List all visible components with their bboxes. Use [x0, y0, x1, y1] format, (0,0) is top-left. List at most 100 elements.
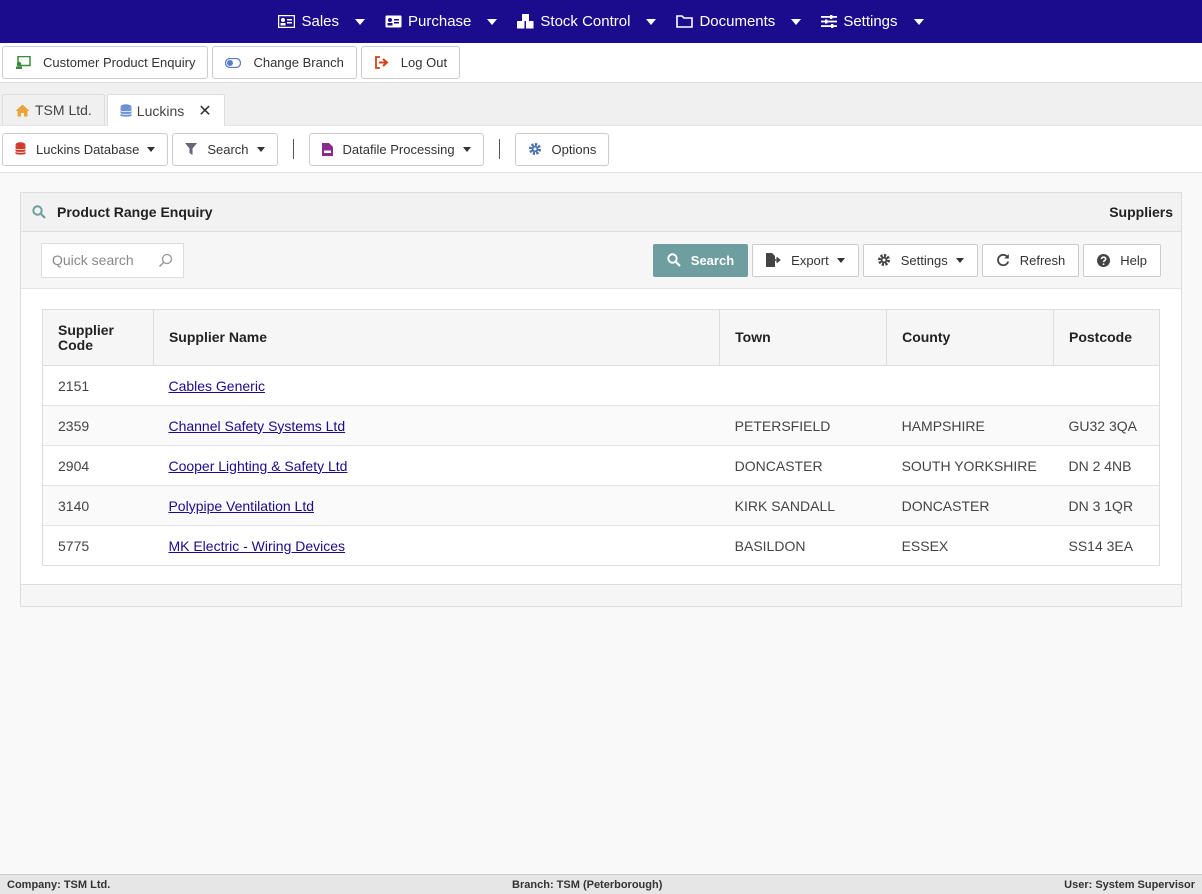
search-dropdown-label: Search: [207, 141, 249, 157]
action-bar: Customer Product Enquiry Change Branch L…: [0, 43, 1202, 83]
status-company: Company: TSM Ltd.: [7, 878, 111, 891]
options-label: Options: [551, 141, 597, 157]
panel-title-text: Product Range Enquiry: [57, 204, 213, 220]
tab-strip: TSM Ltd. Luckins ✕: [0, 83, 1202, 126]
export-dropdown[interactable]: Export: [752, 243, 859, 277]
table-header-row: Supplier Code Supplier Name Town County P…: [42, 309, 1161, 366]
supplier-name-link[interactable]: Polypipe Ventilation Ltd: [168, 498, 314, 514]
town-cell: KIRK SANDALL: [719, 485, 887, 526]
close-icon[interactable]: ✕: [198, 101, 211, 121]
chevron-down-icon[interactable]: [646, 18, 657, 25]
options-button[interactable]: Options: [514, 132, 610, 166]
table-row[interactable]: 2151 Cables Generic: [42, 365, 1161, 406]
supplier-name-cell: Cooper Lighting & Safety Ltd: [153, 445, 720, 486]
nav-stock-control[interactable]: Stock Control: [507, 0, 666, 43]
nav-sales-label: Sales: [301, 13, 340, 30]
nav-purchase-label: Purchase: [408, 13, 472, 30]
nav-sales[interactable]: Sales: [268, 0, 375, 43]
supplier-code-cell: 3140: [42, 485, 154, 526]
toolbar-divider: [498, 139, 500, 159]
column-header-town[interactable]: Town: [719, 309, 888, 366]
supplier-name-link[interactable]: Channel Safety Systems Ltd: [168, 418, 345, 434]
search-dropdown[interactable]: Search: [172, 132, 278, 166]
column-header-county[interactable]: County: [886, 309, 1054, 366]
nav-settings-label: Settings: [843, 13, 898, 30]
refresh-button[interactable]: Refresh: [981, 243, 1080, 277]
supplier-code-header-line2: Code: [58, 336, 93, 353]
luckins-database-label: Luckins Database: [36, 141, 140, 157]
luckins-database-dropdown[interactable]: Luckins Database: [2, 132, 169, 166]
status-user: User: System Supervisor: [1064, 878, 1195, 891]
supplier-code-cell: 2359: [42, 405, 154, 446]
sliders-icon: [821, 15, 838, 28]
nav-purchase[interactable]: Purchase: [375, 0, 507, 43]
postcode-cell: GU32 3QA: [1053, 405, 1161, 446]
customer-product-enquiry-button[interactable]: Customer Product Enquiry: [2, 46, 209, 79]
county-cell: [886, 365, 1054, 406]
chevron-down-icon: [955, 257, 964, 263]
supplier-name-cell: Cables Generic: [153, 365, 720, 406]
supplier-name-link[interactable]: MK Electric - Wiring Devices: [168, 538, 345, 554]
column-header-supplier-code[interactable]: Supplier Code: [42, 309, 154, 366]
town-cell: BASILDON: [719, 525, 887, 566]
nav-settings[interactable]: Settings: [811, 0, 933, 43]
quick-search-placeholder: Quick search: [52, 252, 134, 268]
supplier-code-header-line1: Supplier: [58, 321, 115, 338]
chevron-down-icon: [256, 146, 265, 152]
search-icon[interactable]: [158, 253, 173, 268]
panel-header: Product Range Enquiry Suppliers: [21, 193, 1181, 232]
product-range-enquiry-panel: Product Range Enquiry Suppliers Quick se…: [20, 192, 1182, 607]
gear-icon: [877, 254, 890, 266]
search-icon: [32, 205, 46, 219]
refresh-icon: [996, 253, 1009, 267]
status-branch: Branch: TSM (Peterborough): [512, 878, 663, 891]
quick-search-input[interactable]: Quick search: [41, 242, 184, 278]
county-cell: ESSEX: [886, 525, 1054, 566]
supplier-name-cell: Channel Safety Systems Ltd: [153, 405, 720, 446]
nav-documents-label: Documents: [699, 13, 776, 30]
table-row[interactable]: 2904 Cooper Lighting & Safety Ltd DONCAS…: [42, 445, 1161, 486]
search-button[interactable]: Search: [652, 243, 749, 277]
id-card-icon: [385, 15, 402, 28]
supplier-name-link[interactable]: Cooper Lighting & Safety Ltd: [168, 458, 347, 474]
datafile-processing-dropdown[interactable]: Datafile Processing: [308, 132, 484, 166]
refresh-label: Refresh: [1019, 252, 1066, 268]
column-header-postcode[interactable]: Postcode: [1052, 309, 1161, 366]
settings-dropdown[interactable]: Settings: [862, 243, 978, 277]
supplier-name-cell: Polypipe Ventilation Ltd: [153, 485, 720, 526]
enquiry-icon: [16, 56, 31, 69]
supplier-name-cell: MK Electric - Wiring Devices: [153, 525, 720, 566]
supplier-code-cell: 2151: [42, 365, 154, 406]
top-nav: Sales Purchase Stock Control Documents S…: [0, 0, 1202, 43]
nav-documents[interactable]: Documents: [666, 0, 811, 43]
supplier-code-cell: 5775: [42, 525, 154, 566]
chevron-down-icon[interactable]: [487, 18, 498, 25]
gear-icon: [528, 143, 541, 155]
tab-luckins[interactable]: Luckins ✕: [106, 94, 225, 126]
file-export-icon: [766, 253, 781, 267]
county-cell: DONCASTER: [886, 485, 1054, 526]
home-icon: [15, 104, 30, 116]
sign-out-icon: [374, 56, 389, 69]
supplier-name-link[interactable]: Cables Generic: [168, 378, 265, 394]
chevron-down-icon[interactable]: [355, 18, 366, 25]
table-row[interactable]: 2359 Channel Safety Systems Ltd PETERSFI…: [42, 405, 1161, 446]
change-branch-label: Change Branch: [253, 55, 344, 70]
county-cell: SOUTH YORKSHIRE: [886, 445, 1054, 486]
town-cell: [719, 365, 887, 406]
chevron-down-icon[interactable]: [913, 18, 924, 25]
panel-title: Product Range Enquiry: [32, 204, 213, 220]
tab-tsm-ltd[interactable]: TSM Ltd.: [2, 94, 105, 125]
change-branch-button[interactable]: Change Branch: [212, 46, 357, 79]
chevron-down-icon[interactable]: [791, 18, 802, 25]
help-button[interactable]: Help: [1083, 243, 1161, 277]
table-row[interactable]: 5775 MK Electric - Wiring Devices BASILD…: [42, 525, 1161, 566]
chevron-down-icon: [147, 146, 156, 152]
folder-icon: [676, 15, 694, 28]
column-header-supplier-name[interactable]: Supplier Name: [152, 309, 721, 366]
table-row[interactable]: 3140 Polypipe Ventilation Ltd KIRK SANDA…: [42, 485, 1161, 526]
county-cell: HAMPSHIRE: [886, 405, 1054, 446]
log-out-button[interactable]: Log Out: [360, 46, 461, 79]
tab-tsm-ltd-label: TSM Ltd.: [35, 102, 92, 118]
help-label: Help: [1120, 252, 1147, 268]
